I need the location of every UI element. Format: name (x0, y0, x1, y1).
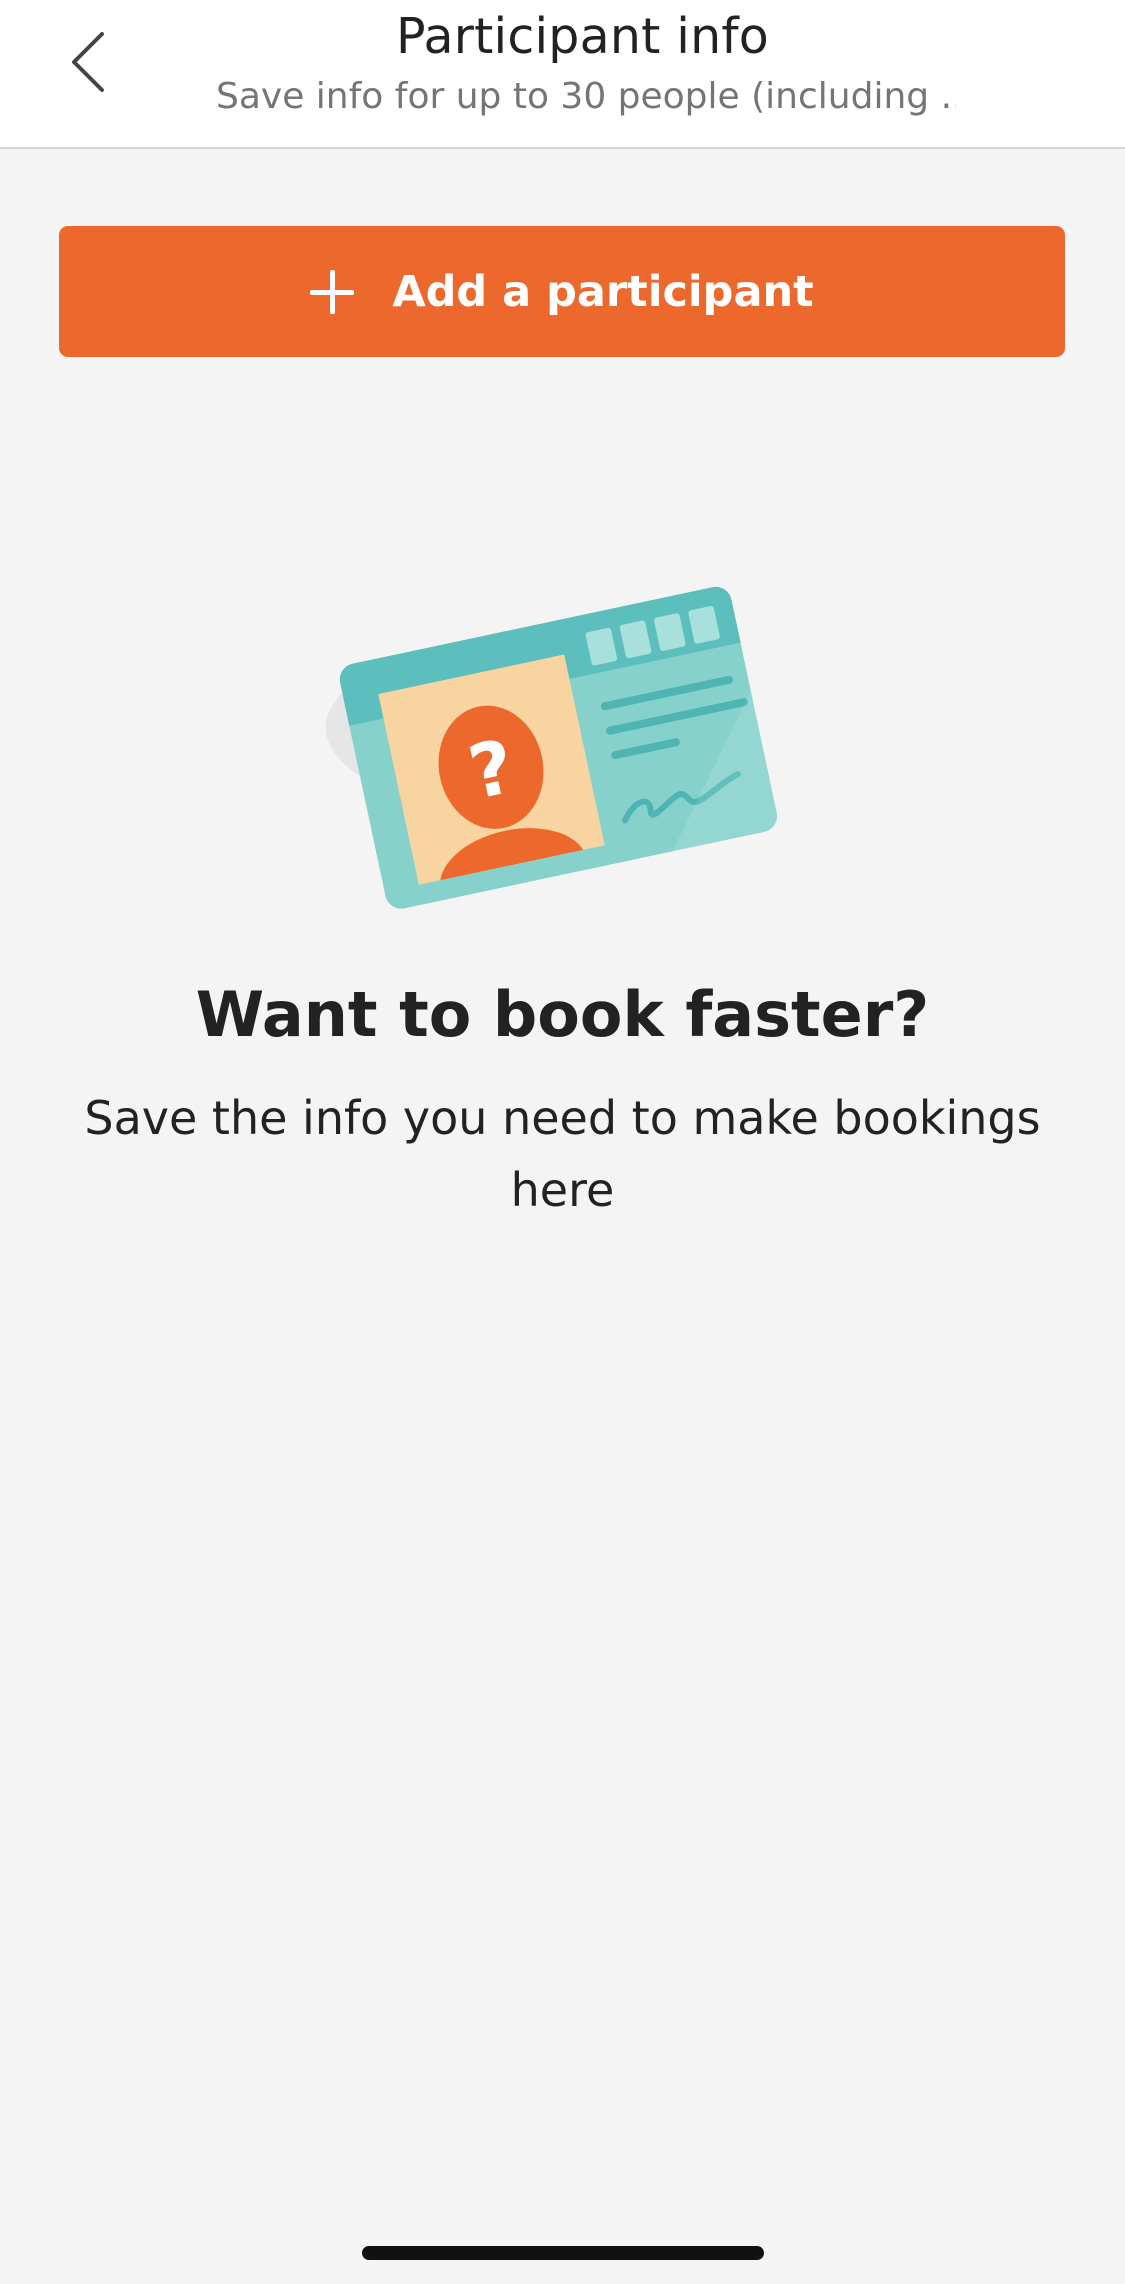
empty-state-headline: Want to book faster? (195, 978, 930, 1051)
plus-icon (310, 269, 355, 314)
add-participant-button[interactable]: Add a participant (59, 226, 1065, 357)
top-nav-bar: Participant info Save info for up to 30 … (0, 0, 1125, 149)
add-participant-label: Add a participant (392, 266, 814, 317)
page-title: Participant info (396, 8, 769, 65)
empty-state-body: Save the info you need to make bookings … (84, 1091, 1041, 1217)
id-card-illustration: ? (300, 530, 840, 930)
page-subtitle: Save info for up to 30 people (including… (216, 76, 956, 117)
home-indicator[interactable] (362, 2246, 764, 2260)
